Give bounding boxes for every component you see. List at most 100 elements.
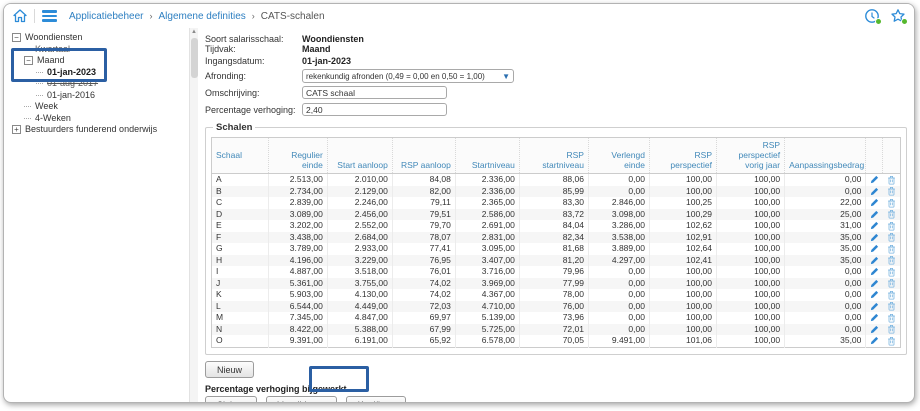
edit-icon[interactable] [867, 244, 881, 253]
delete-icon[interactable] [883, 278, 899, 288]
value-cell: 5.361,00 [268, 277, 328, 289]
sidebar-scrollbar[interactable]: ▲ [189, 28, 198, 402]
tijdvak-value: Maand [302, 44, 331, 54]
tree-item[interactable]: − Woondiensten [8, 32, 188, 44]
edit-icon[interactable] [867, 290, 881, 299]
schaal-cell: E [211, 220, 269, 232]
value-cell: 35,00 [784, 231, 867, 243]
collapse-icon[interactable]: − [12, 33, 21, 43]
field-label: Percentage verhoging: [205, 104, 296, 115]
verwijderen-button[interactable]: Verwijderen [265, 396, 337, 402]
tree-item[interactable]: 4-Weken [8, 113, 188, 125]
value-cell: 100,00 [716, 289, 786, 301]
edit-icon[interactable] [867, 256, 881, 265]
value-cell: 100,00 [716, 254, 786, 266]
edit-icon[interactable] [867, 267, 881, 276]
schaal-cell: I [211, 266, 269, 278]
table-row: A 2.513,00 2.010,00 84,08 2.336,00 88,06 0,00 1… [211, 173, 901, 186]
value-cell: 85,99 [519, 185, 589, 197]
column-header: RSP perspectief [649, 137, 718, 174]
value-cell: 82,34 [519, 231, 589, 243]
delete-icon[interactable] [883, 221, 899, 231]
edit-icon[interactable] [867, 336, 881, 345]
column-header: RSP aanloop [392, 137, 456, 174]
scrollbar-thumb[interactable] [191, 38, 198, 78]
delete-icon[interactable] [883, 290, 899, 300]
delete-icon[interactable] [883, 198, 899, 208]
sluiten-button[interactable]: Sluiten [205, 396, 257, 402]
delete-icon[interactable] [883, 336, 899, 346]
info-badge-icon[interactable] [864, 8, 882, 25]
table-row: E 3.202,00 2.552,00 79,70 2.691,00 84,04 3.286… [211, 220, 901, 232]
value-cell: 100,00 [716, 243, 786, 255]
tree-connector [24, 117, 31, 119]
edit-icon[interactable] [867, 187, 881, 196]
value-cell: 100,00 [649, 300, 718, 312]
delete-icon[interactable] [883, 301, 899, 311]
delete-icon[interactable] [883, 186, 899, 196]
delete-icon[interactable] [883, 255, 899, 265]
afronding-select[interactable]: rekenkundig afronden (0,49 = 0,00 en 0,5… [302, 69, 514, 83]
value-cell: 100,00 [649, 289, 718, 301]
tree-item-label: 01-aug-2017 [47, 78, 99, 88]
value-cell: 81,20 [519, 254, 589, 266]
breadcrumb-link[interactable]: Applicatiebeheer [69, 11, 144, 22]
edit-icon[interactable] [867, 175, 881, 184]
percentage-verhoging-input[interactable] [302, 103, 447, 116]
value-cell: 4.196,00 [268, 254, 328, 266]
scale-form: Soort salarisschaal: Woondiensten Tijdva… [205, 34, 907, 117]
value-cell: 76,00 [519, 300, 589, 312]
value-cell: 2.336,00 [455, 185, 520, 197]
delete-icon[interactable] [883, 232, 899, 242]
breadcrumb-separator: › [149, 11, 153, 21]
column-header: Verlengd einde [588, 137, 650, 174]
breadcrumb-link[interactable]: Algemene definities [159, 11, 246, 22]
nieuw-button[interactable]: Nieuw [205, 361, 255, 378]
edit-icon[interactable] [867, 233, 881, 242]
value-cell: 100,00 [716, 220, 786, 232]
edit-icon[interactable] [867, 279, 881, 288]
column-header-actions [865, 137, 883, 174]
tree-item[interactable]: + Bestuurders funderend onderwijs [8, 124, 188, 136]
field-label: Ingangsdatum: [205, 56, 265, 66]
omschrijving-input[interactable] [302, 86, 447, 99]
expand-icon[interactable]: + [12, 125, 21, 135]
table-row: F 3.438,00 2.684,00 78,07 2.831,00 82,34 3.538… [211, 231, 901, 243]
edit-icon[interactable] [867, 313, 881, 322]
schaal-cell: D [211, 208, 269, 220]
delete-icon[interactable] [883, 313, 899, 323]
menu-icon[interactable] [42, 10, 57, 22]
tree-item[interactable]: 01-aug-2017 [8, 78, 188, 90]
edit-icon[interactable] [867, 221, 881, 230]
sidebar: − Woondiensten Kwartaal − Maand 01-jan-2023 01… [4, 28, 198, 402]
schaal-cell: N [211, 323, 269, 335]
delete-icon[interactable] [883, 209, 899, 219]
tree-item[interactable]: 01-jan-2016 [8, 90, 188, 102]
edit-icon[interactable] [867, 210, 881, 219]
edit-icon[interactable] [867, 325, 881, 334]
tree-item[interactable]: − Maand [8, 55, 188, 67]
edit-icon[interactable] [867, 198, 881, 207]
tree-item[interactable]: 01-jan-2023 [8, 67, 188, 79]
favorite-star-icon[interactable] [890, 8, 908, 25]
tree-item[interactable]: Week [8, 101, 188, 113]
schaal-cell: O [211, 335, 269, 347]
scroll-up-icon[interactable]: ▲ [190, 28, 198, 37]
delete-icon[interactable] [883, 244, 899, 254]
value-cell: 100,00 [716, 231, 786, 243]
delete-icon[interactable] [883, 267, 899, 277]
value-cell: 2.246,00 [327, 197, 393, 209]
value-cell: 31,00 [784, 220, 867, 232]
edit-icon[interactable] [867, 302, 881, 311]
tree-item[interactable]: Kwartaal [8, 44, 188, 56]
home-icon[interactable] [12, 8, 28, 24]
column-header: Regulier einde [268, 137, 328, 174]
value-cell: 3.202,00 [268, 220, 328, 232]
delete-icon[interactable] [883, 175, 899, 185]
collapse-icon[interactable]: − [24, 56, 33, 66]
value-cell: 0,00 [588, 185, 650, 197]
value-cell: 101,06 [649, 335, 718, 347]
table-row: L 6.544,00 4.449,00 72,03 4.710,00 76,00 0,00 1… [211, 300, 901, 312]
delete-icon[interactable] [883, 324, 899, 334]
kopieren-button[interactable]: Kopiëren [345, 396, 406, 402]
